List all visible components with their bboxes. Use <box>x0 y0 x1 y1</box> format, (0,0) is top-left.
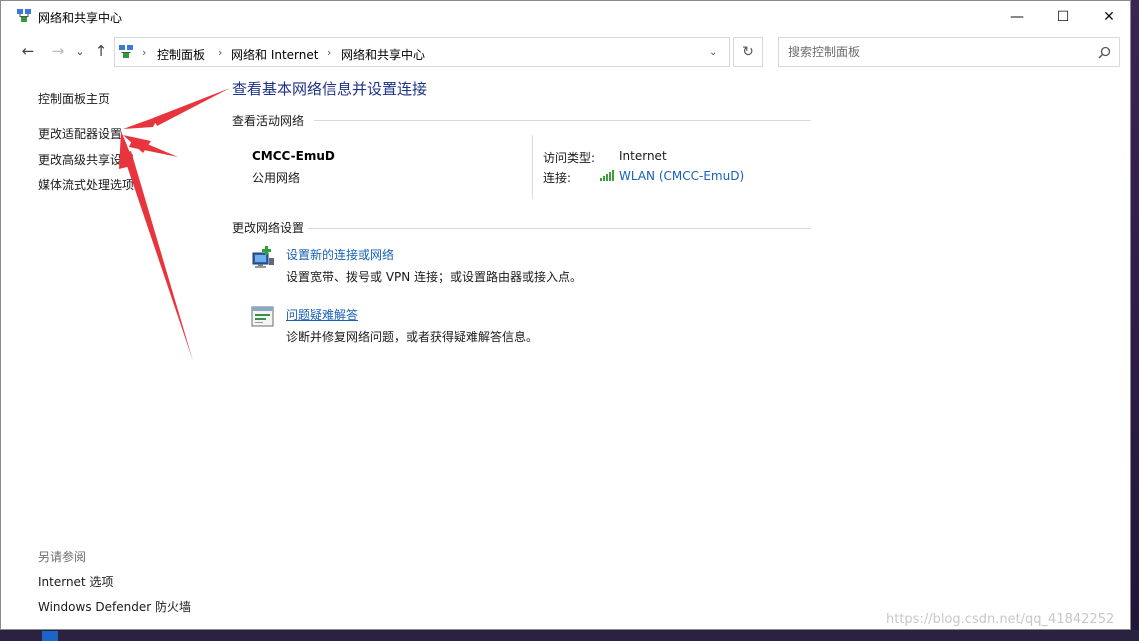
troubleshoot-icon <box>251 306 274 327</box>
troubleshoot-problems-link[interactable]: 问题疑难解答 <box>286 306 358 323</box>
breadcrumb-separator: › <box>218 46 223 59</box>
annotation-arrowhead <box>123 116 159 129</box>
refresh-button[interactable]: ↻ <box>733 37 763 67</box>
change-network-settings-heading: 更改网络设置 <box>232 221 305 235</box>
see-also-internet-options[interactable]: Internet 选项 <box>38 573 113 590</box>
connection-label: 连接: <box>543 171 572 185</box>
desktop-background <box>1131 0 1139 641</box>
watermark: https://blog.csdn.net/qq_41842252 <box>886 612 1115 627</box>
breadcrumb-network-internet[interactable]: 网络和 Internet <box>231 46 318 63</box>
sidebar-item-advanced-sharing-settings[interactable]: 更改高级共享设置 <box>38 151 134 168</box>
new-connection-icon <box>252 246 274 268</box>
search-box <box>778 37 1120 67</box>
control-panel-icon <box>119 45 133 58</box>
wlan-connection-link[interactable]: WLAN (CMCC-EmuD) <box>619 169 744 183</box>
wifi-signal-icon <box>600 170 614 181</box>
section-divider <box>308 228 811 229</box>
annotation-arrow <box>129 138 178 157</box>
search-input[interactable] <box>779 38 1098 66</box>
section-divider <box>314 120 811 121</box>
see-also-windows-defender-firewall[interactable]: Windows Defender 防火墙 <box>38 598 191 615</box>
access-type-label: 访问类型: <box>543 151 596 165</box>
troubleshoot-problems-description: 诊断并修复网络问题，或者获得疑难解答信息。 <box>286 330 539 344</box>
window-title: 网络和共享中心 <box>38 11 123 25</box>
sidebar-item-media-streaming-options[interactable]: 媒体流式处理选项 <box>38 176 134 193</box>
breadcrumb-separator: › <box>142 46 147 59</box>
breadcrumb-separator: › <box>327 46 332 59</box>
control-panel-window: 网络和共享中心 — ☐ ✕ ← → ⌄ ↑ › 控制面板 › 网络和 Inter… <box>0 0 1131 630</box>
setup-new-connection-description: 设置宽带、拨号或 VPN 连接；或设置路由器或接入点。 <box>286 270 583 284</box>
address-dropdown-icon[interactable]: ⌄ <box>709 47 717 58</box>
active-networks-heading: 查看活动网络 <box>232 114 305 128</box>
taskbar <box>0 630 1139 641</box>
network-divider <box>532 135 533 199</box>
address-bar[interactable]: › 控制面板 › 网络和 Internet › 网络和共享中心 ⌄ <box>114 37 730 67</box>
annotation-arrow <box>153 88 230 126</box>
network-category: 公用网络 <box>252 171 301 185</box>
minimize-button[interactable]: — <box>994 1 1040 32</box>
close-button[interactable]: ✕ <box>1086 1 1130 32</box>
address-toolbar: ← → ⌄ ↑ › 控制面板 › 网络和 Internet › 网络和共享中心 … <box>1 35 1130 69</box>
taskbar-app-button[interactable] <box>42 631 58 641</box>
title-bar: 网络和共享中心 — ☐ ✕ <box>1 1 1130 32</box>
network-name: CMCC-EmuD <box>252 149 335 163</box>
annotation-arrows <box>119 88 230 361</box>
forward-arrow-icon[interactable]: → <box>47 35 69 67</box>
network-center-icon <box>17 9 31 22</box>
breadcrumb-control-panel[interactable]: 控制面板 <box>157 46 205 63</box>
setup-new-connection-link[interactable]: 设置新的连接或网络 <box>286 246 394 263</box>
sidebar-item-change-adapter-settings[interactable]: 更改适配器设置 <box>38 125 122 142</box>
back-arrow-icon[interactable]: ← <box>17 35 39 67</box>
see-also-heading: 另请参阅 <box>38 550 87 564</box>
page-title: 查看基本网络信息并设置连接 <box>232 80 428 98</box>
search-icon[interactable] <box>1098 46 1111 59</box>
up-arrow-icon[interactable]: ↑ <box>91 35 111 67</box>
access-type-value: Internet <box>619 149 667 163</box>
maximize-button[interactable]: ☐ <box>1040 1 1086 32</box>
recent-locations-chevron-icon[interactable]: ⌄ <box>73 35 87 67</box>
breadcrumb-network-sharing-center[interactable]: 网络和共享中心 <box>341 46 425 63</box>
sidebar-item-control-panel-home[interactable]: 控制面板主页 <box>38 90 110 107</box>
